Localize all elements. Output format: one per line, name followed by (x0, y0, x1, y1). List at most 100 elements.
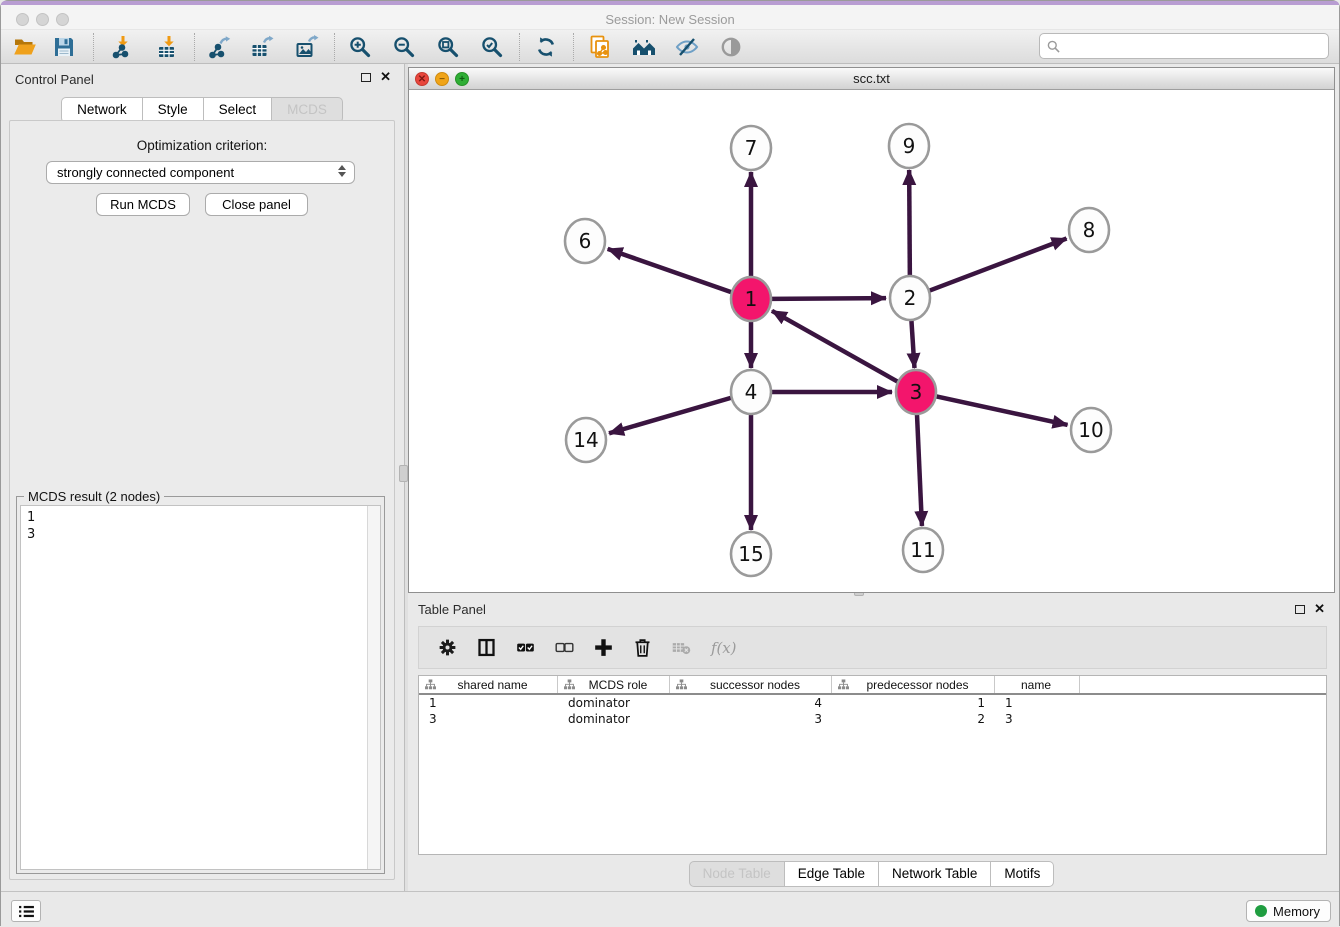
list-icon (18, 905, 35, 918)
save-session-button[interactable] (50, 33, 77, 60)
table-cell: 2 (832, 711, 995, 727)
graph-edge-1-6[interactable] (608, 249, 732, 292)
table-cell: 1 (832, 695, 995, 711)
tab-motifs[interactable]: Motifs (991, 861, 1054, 887)
graph-node-9[interactable]: 9 (889, 124, 929, 168)
close-panel-icon[interactable]: ✕ (380, 72, 391, 82)
close-table-panel-icon[interactable]: ✕ (1314, 604, 1325, 614)
column-header-name[interactable]: name (995, 676, 1080, 693)
graph-edge-2-8[interactable] (930, 239, 1067, 291)
refresh-button[interactable] (532, 33, 559, 60)
run-mcds-button[interactable]: Run MCDS (96, 193, 190, 216)
titlebar: Session: New Session (1, 5, 1339, 29)
network-frame-titlebar: ✕ − + scc.txt (409, 68, 1334, 90)
import-table-button[interactable] (154, 33, 181, 60)
settings-gear-button[interactable] (435, 636, 459, 660)
column-header-MCDS-role[interactable]: MCDS role (558, 676, 670, 693)
hide-selected-button[interactable] (673, 33, 700, 60)
network-canvas[interactable]: 7 9 6 8 1 2 4 3 14 10 15 11 (409, 90, 1334, 592)
graph-node-7[interactable]: 7 (731, 126, 771, 170)
task-history-button[interactable] (11, 900, 41, 922)
refresh-icon (534, 35, 558, 59)
graph-node-1[interactable]: 1 (731, 277, 771, 321)
column-chooser-button[interactable] (474, 636, 498, 660)
tab-network-table[interactable]: Network Table (879, 861, 991, 887)
search-box[interactable] (1039, 33, 1329, 59)
export-network-button[interactable] (205, 33, 232, 60)
zoom-in-button[interactable] (346, 33, 373, 60)
search-input[interactable] (1060, 36, 1328, 56)
window-title: Session: New Session (1, 12, 1339, 27)
save-icon (52, 35, 76, 59)
graph-edge-4-14[interactable] (609, 398, 731, 433)
select-all-columns-button[interactable] (513, 636, 537, 660)
graph-edge-2-3[interactable] (911, 319, 914, 368)
export-image-button[interactable] (293, 33, 320, 60)
graph-edge-2-9[interactable] (909, 170, 910, 277)
svg-text:3: 3 (910, 380, 923, 404)
graph-node-14[interactable]: 14 (566, 418, 606, 462)
tab-edge-table[interactable]: Edge Table (785, 861, 879, 887)
status-bar: Memory (1, 891, 1339, 927)
zoom-out-button[interactable] (390, 33, 417, 60)
import-network-button[interactable] (108, 33, 135, 60)
attribute-icon (676, 679, 687, 690)
svg-text:7: 7 (745, 136, 758, 160)
column-header-predecessor-nodes[interactable]: predecessor nodes (832, 676, 995, 693)
graph-node-8[interactable]: 8 (1069, 208, 1109, 252)
graph-node-10[interactable]: 10 (1071, 408, 1111, 452)
import-table-icon (156, 35, 180, 59)
graph-node-2[interactable]: 2 (890, 276, 930, 320)
svg-text:6: 6 (579, 229, 592, 253)
table-cell: dominator (558, 695, 670, 711)
graph-edge-1-2[interactable] (772, 298, 886, 299)
zoom-selected-button[interactable] (478, 33, 505, 60)
zoom-fit-button[interactable] (434, 33, 461, 60)
houses-icon (632, 35, 656, 59)
table-row[interactable]: 3dominator323 (419, 711, 1326, 727)
first-neighbors-button[interactable] (630, 33, 657, 60)
delete-table-button[interactable] (669, 636, 693, 660)
open-session-button[interactable] (11, 33, 38, 60)
table-cell: 3 (670, 711, 832, 727)
clone-network-button[interactable] (586, 33, 613, 60)
svg-text:f(x): f(x) (710, 639, 737, 657)
export-table-button[interactable] (248, 33, 275, 60)
table-row[interactable]: 1dominator411 (419, 695, 1326, 711)
optimization-criterion-label: Optimization criterion: (10, 138, 394, 153)
function-fx-icon: f(x) (710, 637, 740, 658)
close-panel-button[interactable]: Close panel (205, 193, 308, 216)
optimization-criterion-select[interactable]: strongly connected component (46, 161, 355, 184)
graph-node-15[interactable]: 15 (731, 532, 771, 576)
table-cell: 3 (419, 711, 558, 727)
memory-status-icon (1255, 905, 1267, 917)
mcds-result-textarea[interactable]: 1 3 (20, 505, 381, 870)
graph-node-6[interactable]: 6 (565, 219, 605, 263)
show-all-button[interactable] (717, 33, 744, 60)
graph-node-3[interactable]: 3 (896, 370, 936, 414)
graph-edge-3-11[interactable] (917, 413, 922, 526)
tab-node-table[interactable]: Node Table (689, 861, 785, 887)
mcds-result-title: MCDS result (2 nodes) (24, 489, 164, 504)
table-tabs: Node TableEdge TableNetwork TableMotifs (408, 861, 1335, 887)
zoom-in-icon (348, 35, 372, 59)
graph-node-4[interactable]: 4 (731, 370, 771, 414)
delete-column-button[interactable] (630, 636, 654, 660)
graph-node-11[interactable]: 11 (903, 528, 943, 572)
float-panel-icon[interactable] (361, 73, 371, 82)
float-table-panel-icon[interactable] (1295, 605, 1305, 614)
graph-edge-3-10[interactable] (937, 396, 1068, 424)
vertical-splitter-handle[interactable] (399, 465, 408, 482)
memory-button[interactable]: Memory (1246, 900, 1331, 922)
add-column-button[interactable] (591, 636, 615, 660)
column-header-shared-name[interactable]: shared name (419, 676, 558, 693)
optimization-criterion-value: strongly connected component (57, 165, 234, 180)
delete-table-icon (671, 637, 692, 658)
eye-slash-icon (675, 35, 699, 59)
deselect-all-columns-button[interactable] (552, 636, 576, 660)
result-scrollbar[interactable] (367, 506, 380, 869)
column-header-successor-nodes[interactable]: successor nodes (670, 676, 832, 693)
apply-function-button[interactable]: f(x) (708, 636, 742, 660)
svg-text:8: 8 (1083, 218, 1096, 242)
graph-edge-3-1[interactable] (772, 311, 898, 382)
